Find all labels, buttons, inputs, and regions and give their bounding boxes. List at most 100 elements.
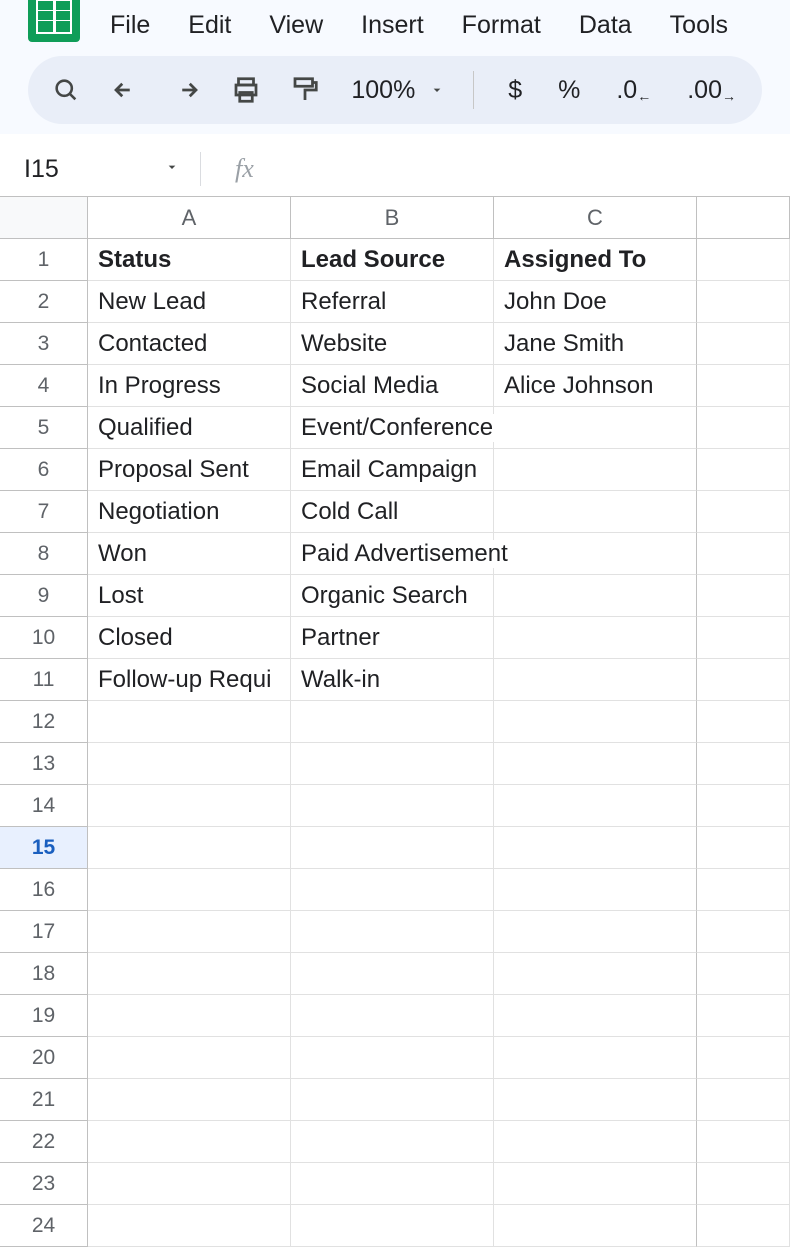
row-header-3[interactable]: 3 (0, 323, 88, 365)
cell-extra-7[interactable] (697, 491, 790, 533)
cell-A20[interactable] (88, 1037, 291, 1079)
cell-B19[interactable] (291, 995, 494, 1037)
column-header-B[interactable]: B (291, 197, 494, 239)
cell-A3[interactable]: Contacted (88, 323, 291, 365)
cell-B1[interactable]: Lead Source (291, 239, 494, 281)
menu-file[interactable]: File (110, 11, 150, 40)
row-header-12[interactable]: 12 (0, 701, 88, 743)
cell-A4[interactable]: In Progress (88, 365, 291, 407)
cell-A22[interactable] (88, 1121, 291, 1163)
cell-extra-8[interactable] (697, 533, 790, 575)
cell-extra-15[interactable] (697, 827, 790, 869)
row-header-15[interactable]: 15 (0, 827, 88, 869)
row-header-11[interactable]: 11 (0, 659, 88, 701)
cell-A23[interactable] (88, 1163, 291, 1205)
cell-C7[interactable] (494, 491, 697, 533)
cell-C19[interactable] (494, 995, 697, 1037)
cell-A17[interactable] (88, 911, 291, 953)
cell-B11[interactable]: Walk-in (291, 659, 494, 701)
cell-A2[interactable]: New Lead (88, 281, 291, 323)
row-header-8[interactable]: 8 (0, 533, 88, 575)
cell-extra-10[interactable] (697, 617, 790, 659)
cell-A12[interactable] (88, 701, 291, 743)
cell-B12[interactable] (291, 701, 494, 743)
cell-C8[interactable] (494, 533, 697, 575)
cell-extra-11[interactable] (697, 659, 790, 701)
cell-extra-5[interactable] (697, 407, 790, 449)
cell-extra-6[interactable] (697, 449, 790, 491)
cell-B4[interactable]: Social Media (291, 365, 494, 407)
cell-A13[interactable] (88, 743, 291, 785)
print-icon[interactable] (228, 70, 264, 110)
row-header-10[interactable]: 10 (0, 617, 88, 659)
name-box[interactable]: I15 (24, 155, 144, 184)
cell-extra-22[interactable] (697, 1121, 790, 1163)
cell-C15[interactable] (494, 827, 697, 869)
cell-C2[interactable]: John Doe (494, 281, 697, 323)
cell-A24[interactable] (88, 1205, 291, 1247)
cell-B21[interactable] (291, 1079, 494, 1121)
cell-extra-4[interactable] (697, 365, 790, 407)
menu-format[interactable]: Format (462, 11, 541, 40)
menu-data[interactable]: Data (579, 11, 632, 40)
paint-format-icon[interactable] (288, 70, 324, 110)
row-header-4[interactable]: 4 (0, 365, 88, 407)
cell-extra-2[interactable] (697, 281, 790, 323)
row-header-24[interactable]: 24 (0, 1205, 88, 1247)
cell-extra-20[interactable] (697, 1037, 790, 1079)
cell-extra-9[interactable] (697, 575, 790, 617)
cell-A21[interactable] (88, 1079, 291, 1121)
cell-A18[interactable] (88, 953, 291, 995)
cell-C5[interactable] (494, 407, 697, 449)
sheets-logo-icon[interactable] (28, 0, 80, 42)
row-header-5[interactable]: 5 (0, 407, 88, 449)
row-header-23[interactable]: 23 (0, 1163, 88, 1205)
cell-A1[interactable]: Status (88, 239, 291, 281)
cell-A11[interactable]: Follow-up Requi (88, 659, 291, 701)
cell-C24[interactable] (494, 1205, 697, 1247)
cell-C4[interactable]: Alice Johnson (494, 365, 697, 407)
cell-A6[interactable]: Proposal Sent (88, 449, 291, 491)
row-header-7[interactable]: 7 (0, 491, 88, 533)
increase-decimal-button[interactable]: .00→ (681, 76, 742, 105)
zoom-dropdown[interactable]: 100% (347, 76, 445, 105)
cell-extra-24[interactable] (697, 1205, 790, 1247)
row-header-21[interactable]: 21 (0, 1079, 88, 1121)
cell-B14[interactable] (291, 785, 494, 827)
cell-extra-12[interactable] (697, 701, 790, 743)
menu-insert[interactable]: Insert (361, 11, 424, 40)
undo-icon[interactable] (108, 70, 144, 110)
cell-A14[interactable] (88, 785, 291, 827)
column-header-C[interactable]: C (494, 197, 697, 239)
cell-B18[interactable] (291, 953, 494, 995)
cell-C20[interactable] (494, 1037, 697, 1079)
select-all-corner[interactable] (0, 197, 88, 239)
cell-B10[interactable]: Partner (291, 617, 494, 659)
cell-C23[interactable] (494, 1163, 697, 1205)
format-percent-button[interactable]: % (552, 76, 586, 105)
cell-C3[interactable]: Jane Smith (494, 323, 697, 365)
cell-B16[interactable] (291, 869, 494, 911)
cell-A5[interactable]: Qualified (88, 407, 291, 449)
cell-B2[interactable]: Referral (291, 281, 494, 323)
cell-B13[interactable] (291, 743, 494, 785)
cell-A10[interactable]: Closed (88, 617, 291, 659)
cell-C22[interactable] (494, 1121, 697, 1163)
cell-B24[interactable] (291, 1205, 494, 1247)
cell-C1[interactable]: Assigned To (494, 239, 697, 281)
row-header-18[interactable]: 18 (0, 953, 88, 995)
cell-B20[interactable] (291, 1037, 494, 1079)
cell-C21[interactable] (494, 1079, 697, 1121)
cell-extra-1[interactable] (697, 239, 790, 281)
cell-extra-14[interactable] (697, 785, 790, 827)
row-header-9[interactable]: 9 (0, 575, 88, 617)
cell-C16[interactable] (494, 869, 697, 911)
search-icon[interactable] (48, 70, 84, 110)
cell-B3[interactable]: Website (291, 323, 494, 365)
row-header-16[interactable]: 16 (0, 869, 88, 911)
cell-B15[interactable] (291, 827, 494, 869)
cell-B7[interactable]: Cold Call (291, 491, 494, 533)
cell-B23[interactable] (291, 1163, 494, 1205)
cell-extra-23[interactable] (697, 1163, 790, 1205)
menu-view[interactable]: View (269, 11, 323, 40)
